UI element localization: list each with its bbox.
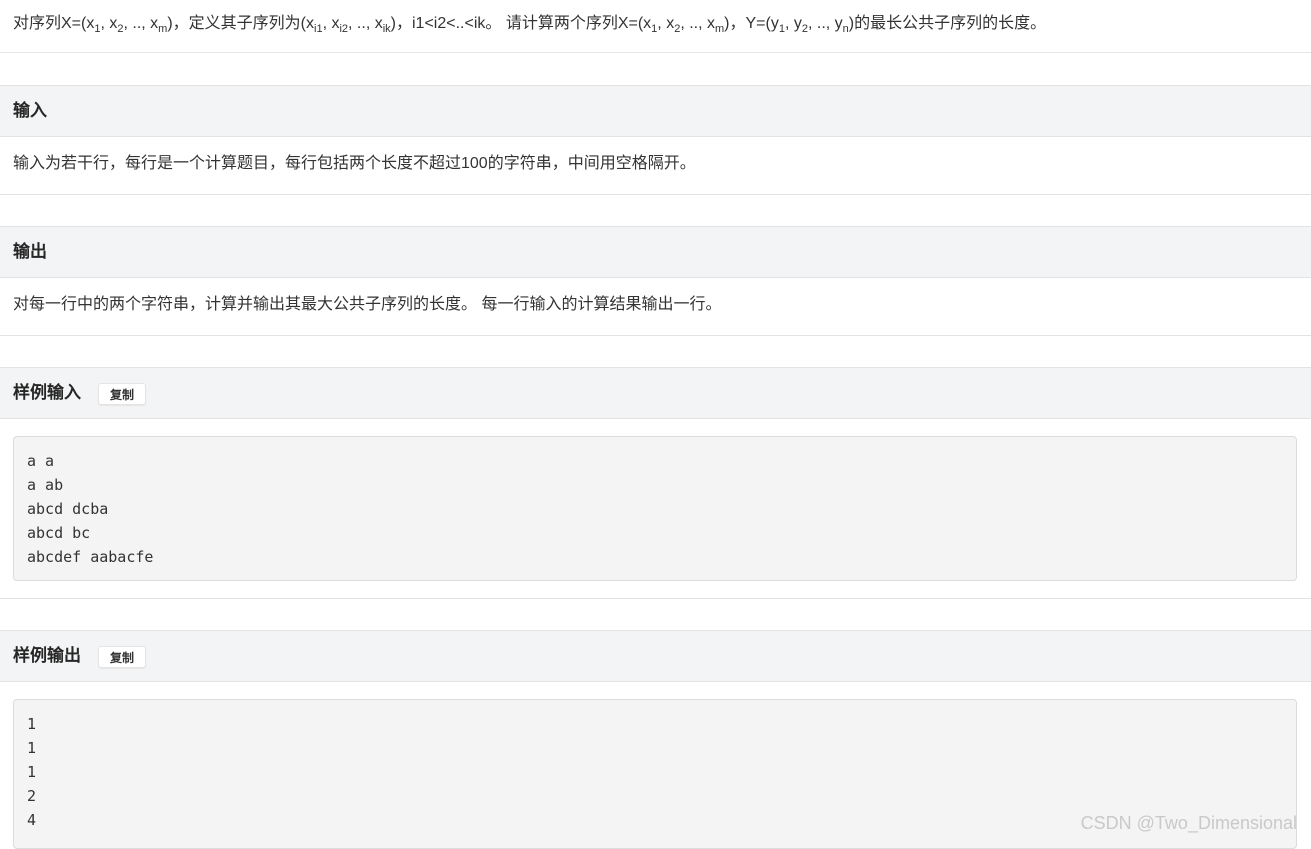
- output-description: 对每一行中的两个字符串，计算并输出其最大公共子序列的长度。 每一行输入的计算结果…: [13, 296, 722, 313]
- input-section-body: 输入为若干行，每行是一个计算题目，每行包括两个长度不超过100的字符串，中间用空…: [0, 136, 1311, 195]
- sample-output-title: 样例输出: [13, 646, 81, 665]
- input-section-header: 输入: [0, 85, 1311, 137]
- sample-output-line: 1: [27, 715, 37, 733]
- sample-output-line: 2: [27, 787, 37, 805]
- sample-input-line: abcdef aabacfe: [27, 548, 154, 566]
- sample-output-line: 1: [27, 739, 37, 757]
- sample-input-header: 样例输入 复制: [0, 367, 1311, 419]
- sample-input-line: a a: [27, 452, 55, 470]
- sample-output-line: 1: [27, 763, 37, 781]
- problem-description: 对序列X=(x1, x2, .., xm)，定义其子序列为(xi1, xi2, …: [0, 0, 1311, 53]
- sample-output-line: 4: [27, 811, 37, 829]
- output-section-title: 输出: [13, 242, 47, 261]
- sample-input-line: abcd dcba: [27, 500, 109, 518]
- output-section-body: 对每一行中的两个字符串，计算并输出其最大公共子序列的长度。 每一行输入的计算结果…: [0, 277, 1311, 336]
- sample-input-line: a ab: [27, 476, 64, 494]
- copy-sample-input-button[interactable]: 复制: [98, 383, 146, 405]
- sample-input-title: 样例输入: [13, 383, 81, 402]
- output-section-header: 输出: [0, 226, 1311, 278]
- input-description: 输入为若干行，每行是一个计算题目，每行包括两个长度不超过100的字符串，中间用空…: [13, 155, 696, 172]
- sample-input-line: abcd bc: [27, 524, 91, 542]
- copy-sample-output-button[interactable]: 复制: [98, 646, 146, 668]
- sample-input-code[interactable]: a a a ab abcd dcba abcd bc abcdef aabacf…: [13, 436, 1297, 581]
- sample-output-header: 样例输出 复制: [0, 630, 1311, 682]
- sample-input-body: a a a ab abcd dcba abcd bc abcdef aabacf…: [0, 418, 1311, 599]
- description-text: 对序列X=(x1, x2, .., xm)，定义其子序列为(xi1, xi2, …: [13, 15, 1047, 36]
- input-section-title: 输入: [13, 101, 47, 120]
- watermark: CSDN @Two_Dimensional: [1080, 813, 1297, 833]
